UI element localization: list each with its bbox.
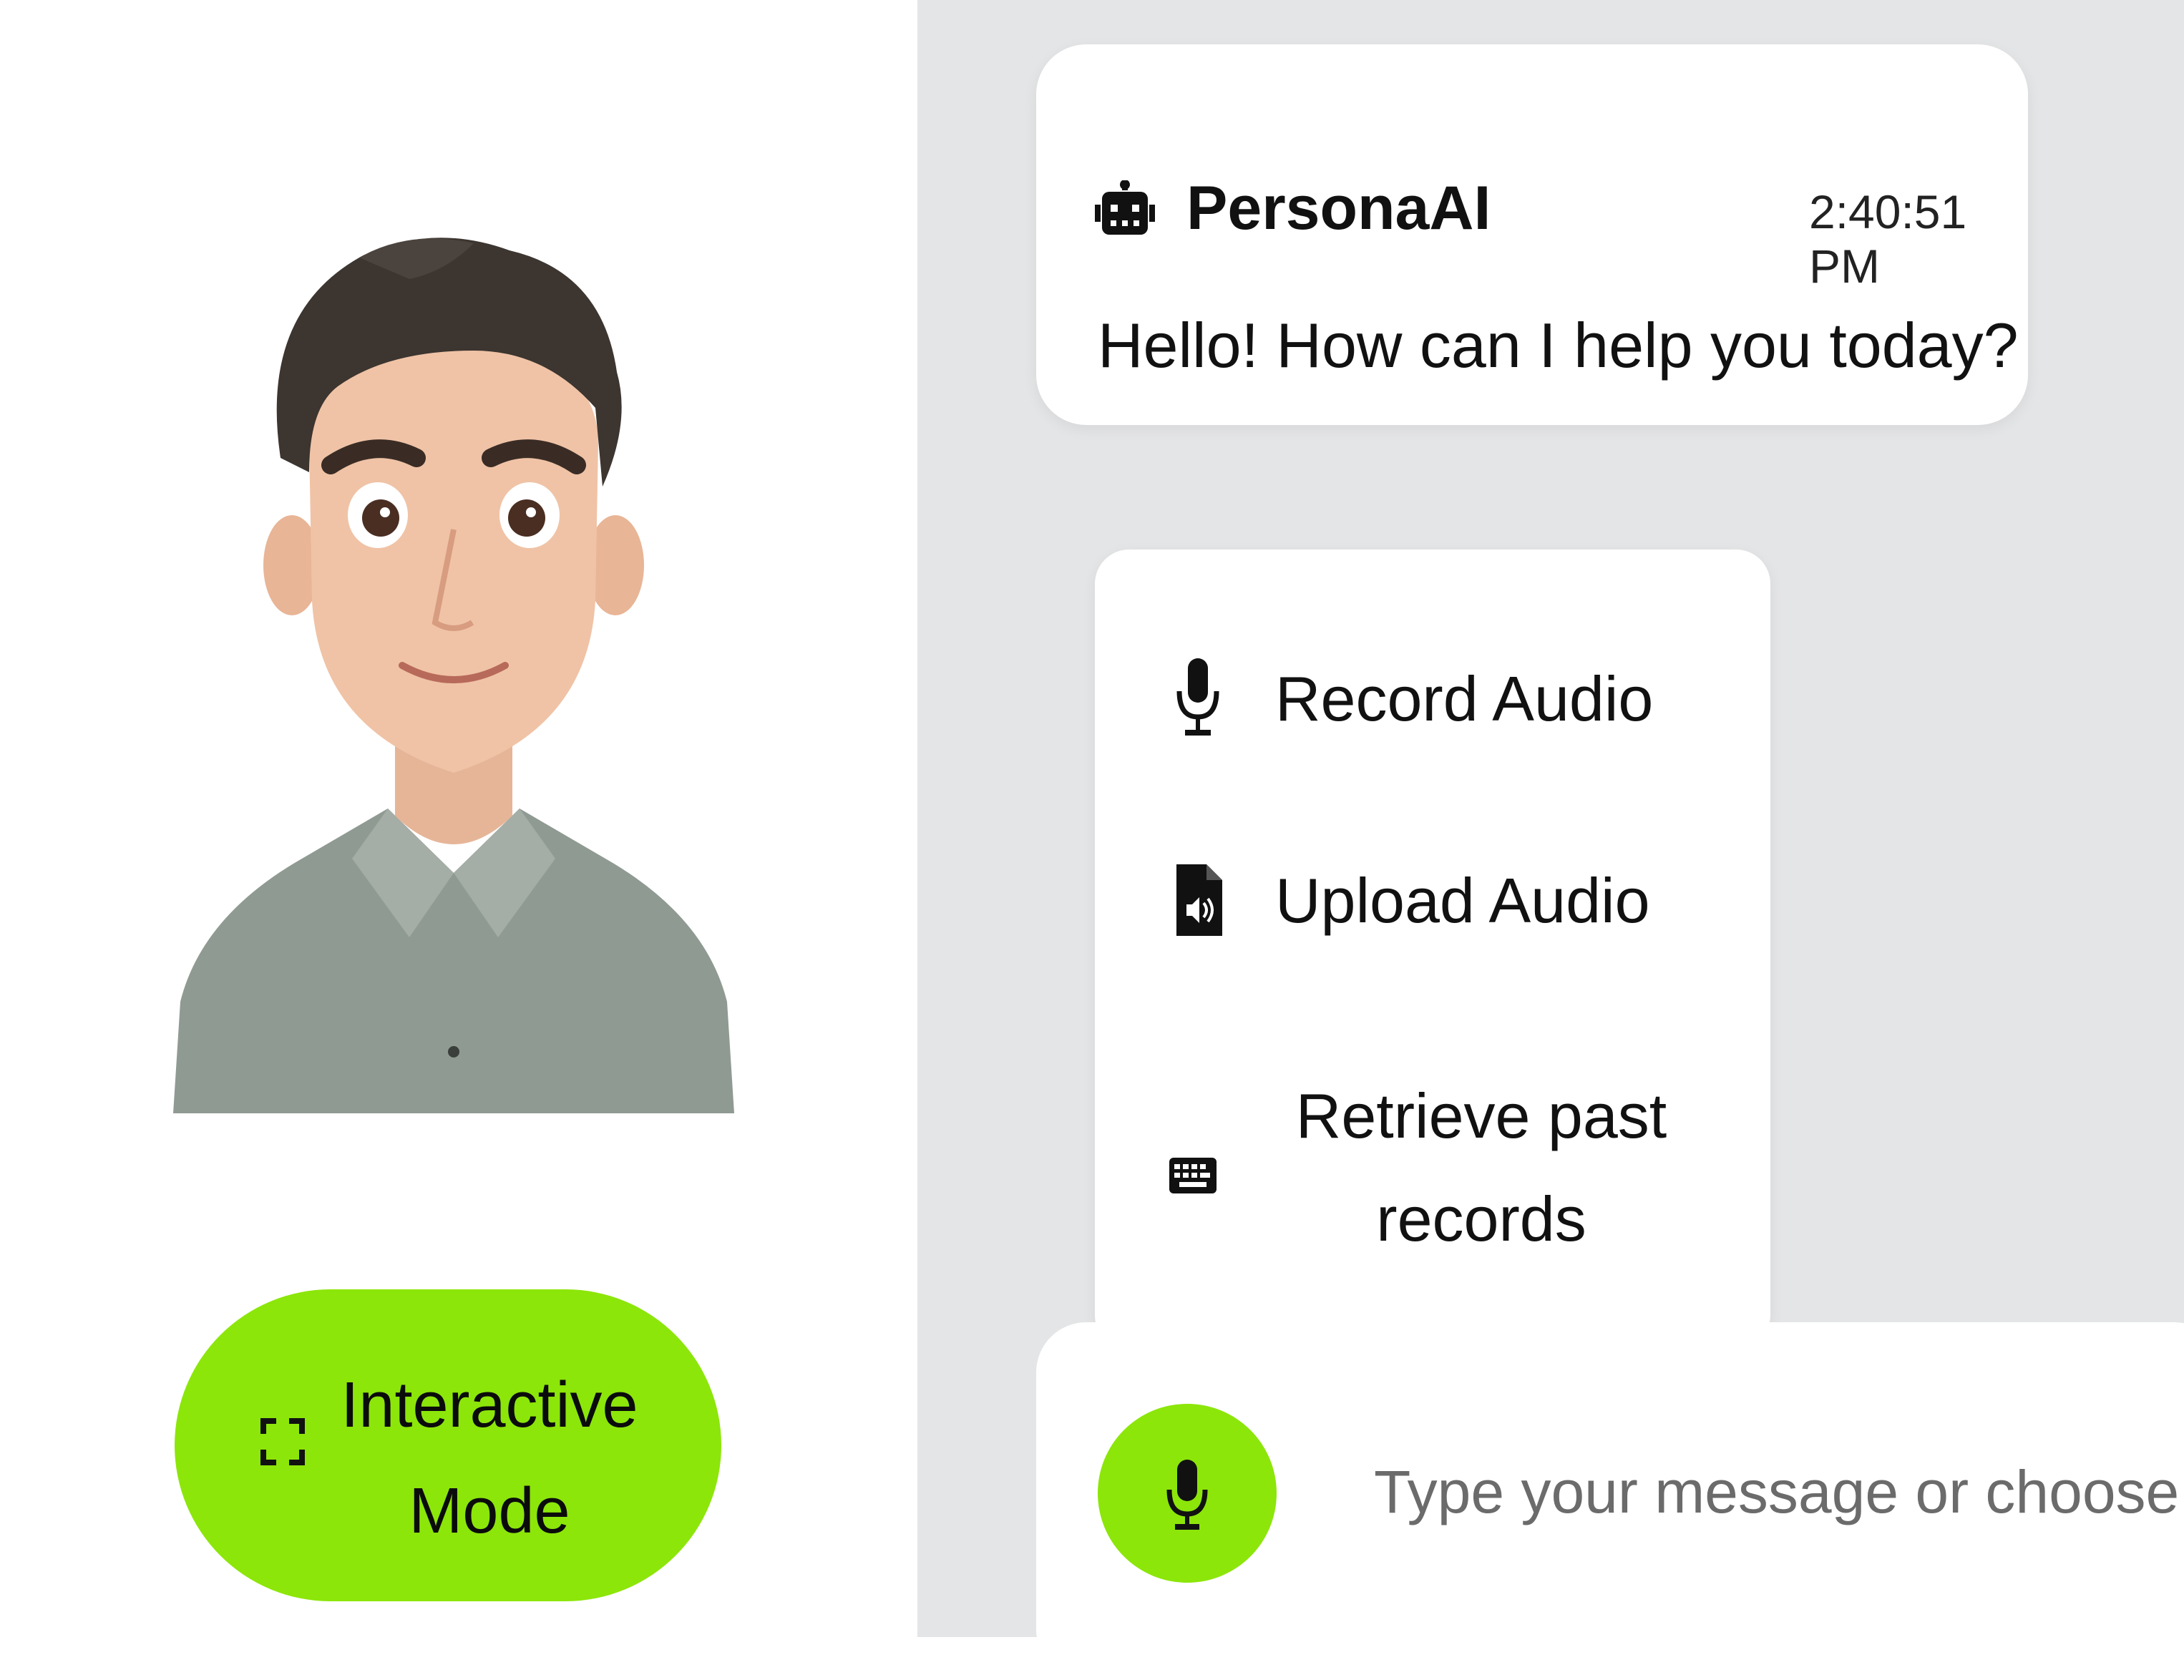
- options-menu: Record Audio Upload Audio Retrieve past …: [1095, 550, 1770, 1349]
- record-audio-label: Record Audio: [1275, 663, 1654, 734]
- record-audio-option[interactable]: Record Audio: [1095, 635, 1770, 771]
- retrieve-records-label-line2: records: [1376, 1183, 1586, 1254]
- voice-input-button[interactable]: [1098, 1404, 1277, 1583]
- microphone-icon: [1176, 658, 1219, 736]
- interactive-mode-label-line2: Mode: [409, 1475, 570, 1547]
- sender-name: PersonaAI: [1186, 174, 1491, 243]
- message-text: Hello! How can I help you today?: [1098, 310, 2019, 381]
- upload-audio-label: Upload Audio: [1275, 865, 1650, 936]
- audio-file-icon: [1176, 864, 1222, 936]
- interactive-mode-label-line1: Interactive: [341, 1369, 638, 1441]
- robot-icon: [1095, 180, 1155, 235]
- retrieve-records-option[interactable]: Retrieve past records: [1095, 1065, 1770, 1308]
- microphone-icon: [1166, 1460, 1208, 1530]
- avatar-illustration: [173, 238, 734, 1113]
- message-input[interactable]: [1373, 1448, 2184, 1535]
- upload-audio-option[interactable]: Upload Audio: [1095, 843, 1770, 986]
- greeting-message: PersonaAI 2:40:51 PM Hello! How can I he…: [1036, 44, 2028, 425]
- message-composer: [1036, 1322, 2184, 1680]
- avatar: [173, 229, 734, 1113]
- message-timestamp: 2:40:51 PM: [1809, 185, 1967, 293]
- avatar-panel: Interactive Mode: [0, 0, 917, 1637]
- keyboard-icon: [1169, 1158, 1217, 1193]
- interactive-mode-button[interactable]: Interactive Mode: [175, 1289, 721, 1601]
- interactive-mode-label: Interactive Mode: [339, 1352, 640, 1564]
- retrieve-records-label-line1: Retrieve past: [1295, 1080, 1667, 1151]
- fullscreen-icon: [260, 1418, 305, 1465]
- retrieve-records-label: Retrieve past records: [1274, 1065, 1689, 1271]
